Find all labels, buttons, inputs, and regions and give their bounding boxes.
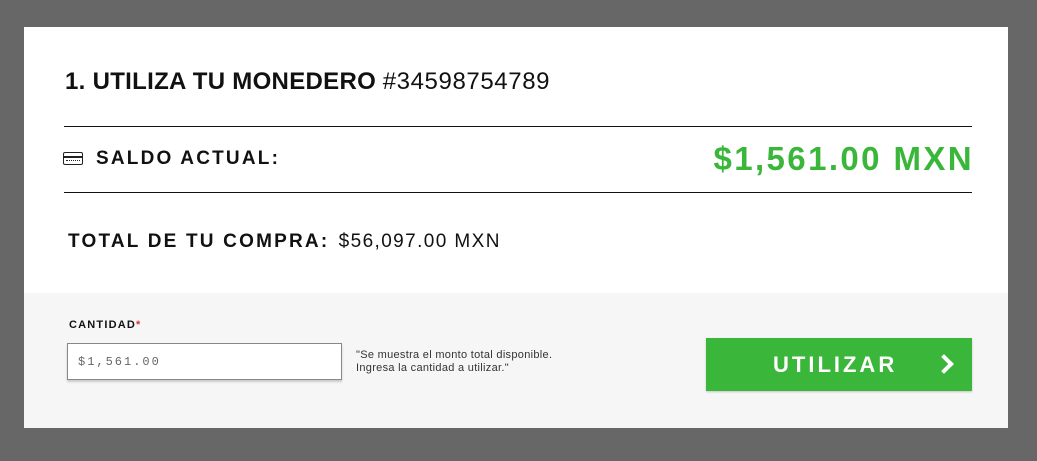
quantity-label-text: CANTIDAD [69, 319, 137, 331]
required-mark: * [136, 319, 142, 331]
balance-label: SALDO ACTUAL: [96, 148, 281, 169]
section-title: 1. UTILIZA TU MONEDERO #34598754789 [65, 68, 550, 96]
quantity-label: CANTIDAD* [69, 319, 142, 331]
purchase-total: TOTAL DE TU COMPRA: $56,097.00 MXN [68, 231, 501, 253]
purchase-total-label: TOTAL DE TU COMPRA: [68, 231, 330, 252]
hint-line-1: "Se muestra el monto total disponible. [356, 349, 553, 361]
quantity-hint: "Se muestra el monto total disponible. I… [356, 349, 616, 375]
use-button[interactable]: UTILIZAR [706, 338, 972, 391]
divider-top [64, 126, 972, 127]
balance-amount: $1,561.00 MXN [713, 140, 974, 177]
hint-line-2: Ingresa la cantidad a utilizar." [356, 362, 509, 374]
use-button-label: UTILIZAR [773, 352, 898, 377]
wallet-number: #34598754789 [382, 68, 551, 95]
wallet-card: 1. UTILIZA TU MONEDERO #34598754789 SALD… [24, 27, 1008, 428]
section-title-label: 1. UTILIZA TU MONEDERO [65, 68, 377, 95]
credit-card-icon [63, 152, 83, 165]
purchase-total-amount: $56,097.00 MXN [338, 231, 501, 252]
chevron-right-icon [934, 354, 954, 374]
quantity-input[interactable] [67, 343, 342, 380]
redeem-panel: CANTIDAD* "Se muestra el monto total dis… [24, 293, 1008, 428]
divider-bottom [64, 192, 972, 193]
